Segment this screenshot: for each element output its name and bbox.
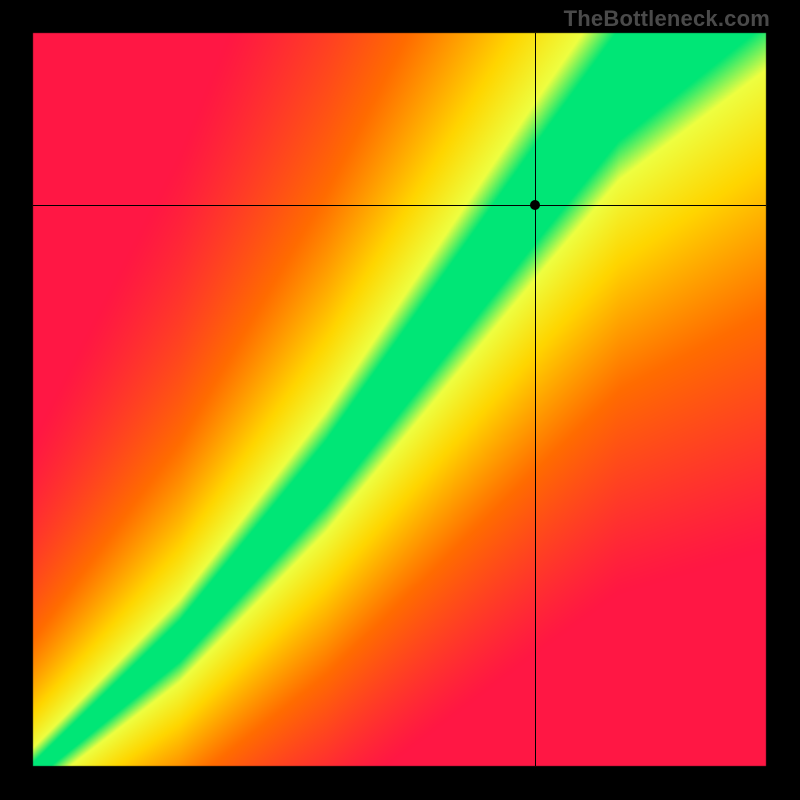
crosshair-horizontal — [33, 205, 766, 206]
crosshair-marker — [530, 200, 540, 210]
bottleneck-heatmap — [0, 0, 800, 800]
crosshair-vertical — [535, 33, 536, 766]
watermark-text: TheBottleneck.com — [564, 6, 770, 32]
chart-container: TheBottleneck.com — [0, 0, 800, 800]
